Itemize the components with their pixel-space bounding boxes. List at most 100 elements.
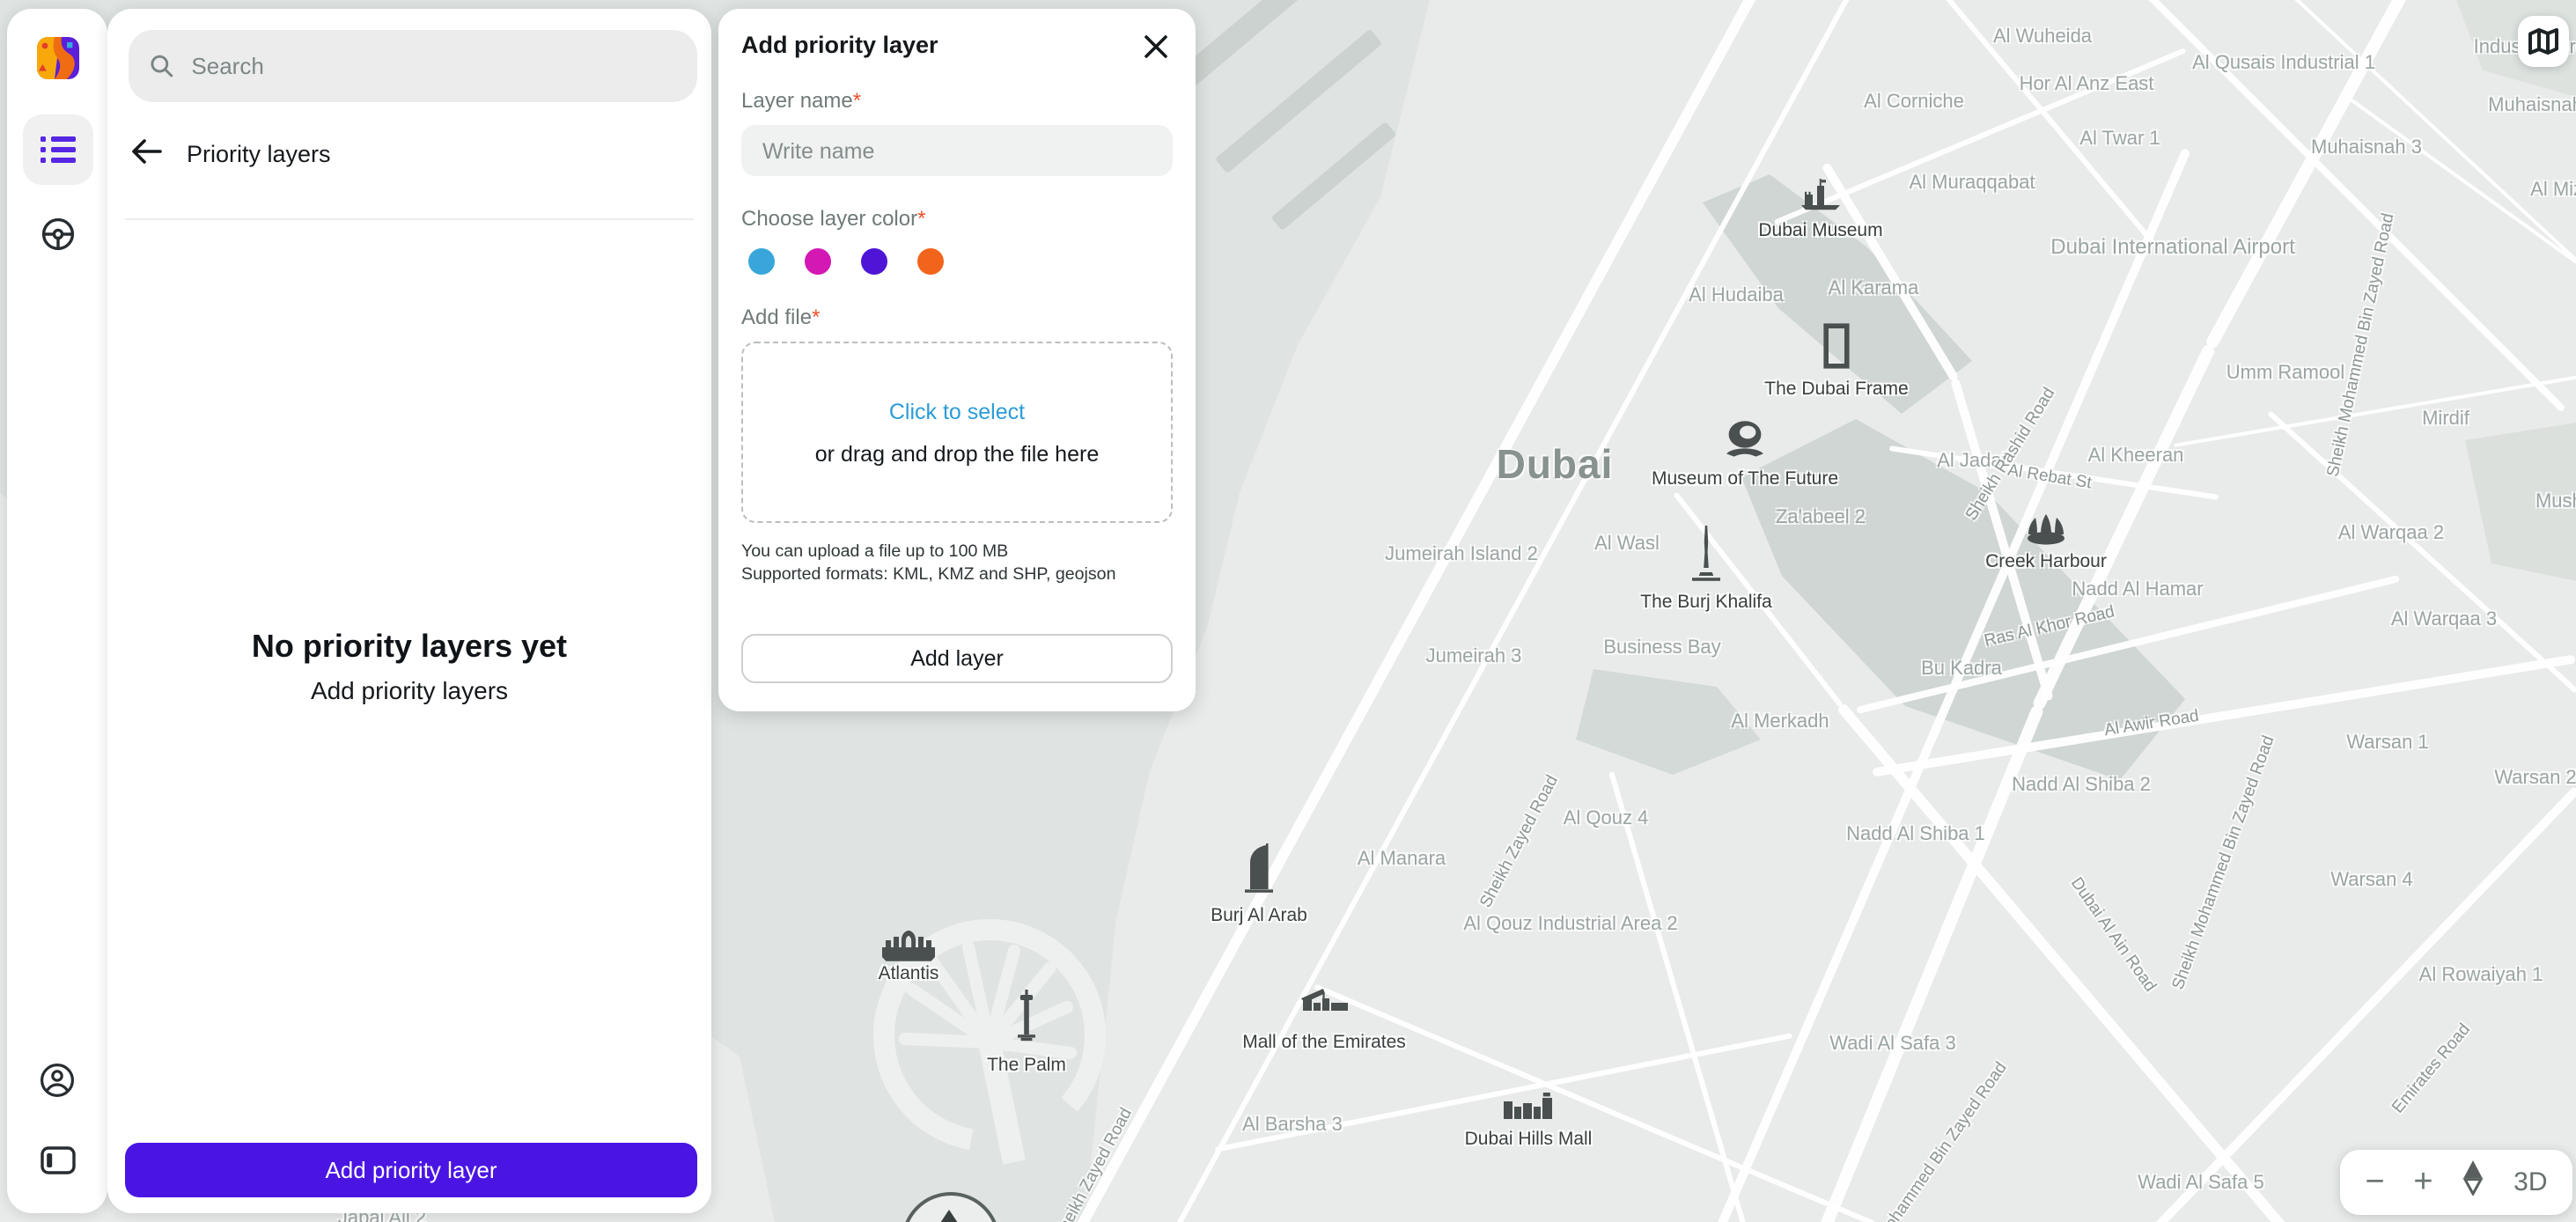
app-window: Al Wuheida Hor Al Anz East Al Qusais Indus… bbox=[0, 0, 2576, 1222]
user-circle-icon bbox=[39, 1061, 76, 1098]
landmark-icon-mall2 bbox=[1504, 1091, 1553, 1128]
map-area-label: Al Corniche bbox=[1864, 92, 1964, 113]
search-input[interactable] bbox=[188, 51, 676, 81]
map-area-label: Nadd Al Shiba 2 bbox=[2012, 775, 2151, 796]
layer-color-label: Choose layer color* bbox=[741, 206, 1173, 231]
map-area-label: Dubai International Airport bbox=[2050, 234, 2295, 259]
compass-icon bbox=[2462, 1159, 2484, 1195]
landmark-icon-sail bbox=[1245, 843, 1273, 907]
map-area-label: Al Qusais Industrial 1 bbox=[2192, 53, 2375, 74]
search-icon bbox=[150, 53, 173, 79]
map-area-label: Al Manara bbox=[1358, 849, 1446, 870]
map-area-label: Al Wuheida bbox=[1993, 26, 2092, 48]
landmark-label: The Palm bbox=[987, 1055, 1066, 1076]
road-line bbox=[1313, 983, 1873, 1222]
landmark-label: Burj Al Arab bbox=[1211, 905, 1307, 926]
panel-header: Priority layers bbox=[132, 139, 331, 167]
landmark-label: Museum of The Future bbox=[1652, 468, 1838, 490]
map-area-label: Hor Al Anz East bbox=[2020, 74, 2154, 95]
formats-note: Supported formats: KML, KMZ and SHP, geo… bbox=[741, 563, 1173, 586]
landmark-icon-fort bbox=[1801, 179, 1840, 219]
required-asterisk: * bbox=[853, 88, 861, 113]
map-area-label: Business Bay bbox=[1603, 637, 1720, 659]
map-area-label: Bu Kadra bbox=[1921, 659, 2002, 680]
zoom-in-button[interactable]: + bbox=[2406, 1162, 2440, 1203]
map-area-label: Warsan 4 bbox=[2330, 870, 2412, 891]
map-area-label: Nadd Al Shiba 1 bbox=[1846, 824, 1985, 845]
account-button[interactable] bbox=[22, 1044, 92, 1115]
back-button[interactable] bbox=[132, 139, 162, 167]
click-to-select-link[interactable]: Click to select bbox=[889, 399, 1025, 423]
empty-state: No priority layers yet Add priority laye… bbox=[107, 629, 711, 704]
color-swatch-2[interactable] bbox=[805, 248, 831, 275]
collapse-sidebar-button[interactable] bbox=[22, 1125, 92, 1196]
map-area-label: Al Mizhar bbox=[2530, 180, 2576, 201]
rail-item-drive[interactable] bbox=[22, 199, 92, 269]
map-area-label: Al Warqaa 2 bbox=[2338, 523, 2444, 544]
divider bbox=[125, 218, 694, 220]
map-style-button[interactable] bbox=[2518, 16, 2569, 67]
map-road-label: Sheikh Mohammed Bin Zayed Road bbox=[2168, 733, 2278, 992]
app-logo[interactable] bbox=[36, 37, 78, 79]
zoom-out-button[interactable]: − bbox=[2358, 1162, 2391, 1203]
map-area-label: Al Hudaiba bbox=[1689, 285, 1784, 306]
map-area-label: Jumeirah Island 2 bbox=[1385, 544, 1538, 565]
map-road-label: Sheikh Mohammed Bin Zayed Road bbox=[1841, 1059, 2011, 1222]
empty-state-subtitle: Add priority layers bbox=[107, 676, 711, 704]
map-area-label: Al Qouz Industrial Area 2 bbox=[1463, 914, 1677, 935]
map-area-label: Muhaisnah 3 bbox=[2311, 137, 2422, 158]
map-controls: − + 3D bbox=[2340, 1150, 2572, 1215]
landmark-icon-palmtower bbox=[1016, 990, 1037, 1053]
map-area-label: Muhaisnah bbox=[2488, 95, 2576, 116]
map-area-label: Al Kheeran bbox=[2088, 445, 2184, 467]
color-swatch-1[interactable] bbox=[748, 248, 775, 275]
add-layer-submit-button[interactable]: Add layer bbox=[741, 635, 1173, 684]
landmark-label: Mall of the Emirates bbox=[1242, 1032, 1406, 1053]
color-swatch-3[interactable] bbox=[861, 248, 887, 275]
map-area-label: Warsan 1 bbox=[2346, 732, 2428, 754]
caret-up-icon bbox=[938, 1210, 960, 1222]
map-area-label: Al Wasl bbox=[1594, 534, 1660, 555]
arrow-left-icon bbox=[132, 139, 162, 164]
map-area-label: Al Merkadh bbox=[1731, 711, 1829, 732]
add-file-label: Add file* bbox=[741, 305, 1173, 329]
layer-name-input[interactable] bbox=[741, 125, 1173, 176]
close-button[interactable] bbox=[1139, 33, 1171, 65]
file-dropzone[interactable]: Click to select or drag and drop the fil… bbox=[741, 342, 1173, 523]
map-area-label: Mushrif bbox=[2536, 491, 2576, 512]
map-area-label: Za'abeel 2 bbox=[1776, 507, 1866, 528]
map-road-label: Emirates Road bbox=[2388, 1020, 2475, 1117]
map-area-label: Al Barsha 3 bbox=[1242, 1115, 1343, 1136]
add-layer-modal: Add priority layer Layer name* Choose la… bbox=[718, 9, 1196, 711]
drag-drop-text: or drag and drop the file here bbox=[815, 441, 1099, 466]
map-area-label: Warsan 2 bbox=[2494, 768, 2576, 789]
landmark-label: Atlantis bbox=[879, 963, 939, 984]
landmark-label: Dubai Museum bbox=[1758, 220, 1882, 241]
size-note: You can upload a file up to 100 MB bbox=[741, 541, 1173, 563]
landmark-icon-needle bbox=[1690, 526, 1722, 594]
required-asterisk: * bbox=[917, 206, 925, 231]
map-road-label: Dubai Al Ain Road bbox=[2066, 874, 2160, 996]
required-asterisk: * bbox=[812, 305, 820, 329]
rail-item-priority-layers[interactable] bbox=[22, 114, 92, 185]
map-road-label: Sheikh Mohammed Bin Zayed Road bbox=[2324, 211, 2399, 478]
add-priority-layer-button[interactable]: Add priority layer bbox=[125, 1143, 697, 1197]
compass-button[interactable] bbox=[2455, 1159, 2491, 1205]
landmark-label: Creek Harbour bbox=[1985, 551, 2107, 572]
toggle-3d-button[interactable]: 3D bbox=[2506, 1166, 2554, 1199]
upload-notes: You can upload a file up to 100 MB Suppo… bbox=[741, 541, 1173, 587]
color-swatch-4[interactable] bbox=[917, 248, 944, 275]
layer-name-label: Layer name* bbox=[741, 88, 1173, 113]
landmark-icon-mall1 bbox=[1298, 985, 1351, 1022]
steering-wheel-icon bbox=[40, 217, 75, 252]
road-line bbox=[1810, 703, 2043, 1222]
map-fold-icon bbox=[2528, 28, 2558, 55]
map-area-label: Wadi Al Safa 5 bbox=[2138, 1173, 2264, 1194]
priority-layers-panel: Priority layers No priority layers yet A… bbox=[107, 9, 711, 1213]
modal-title: Add priority layer bbox=[741, 32, 1173, 58]
search-box[interactable] bbox=[129, 30, 697, 102]
panel-title: Priority layers bbox=[187, 140, 331, 166]
rail-nav bbox=[22, 114, 92, 269]
landmark-icon-creekh bbox=[2021, 512, 2071, 556]
map-area-label: Al Muraqqabat bbox=[1909, 173, 2035, 194]
